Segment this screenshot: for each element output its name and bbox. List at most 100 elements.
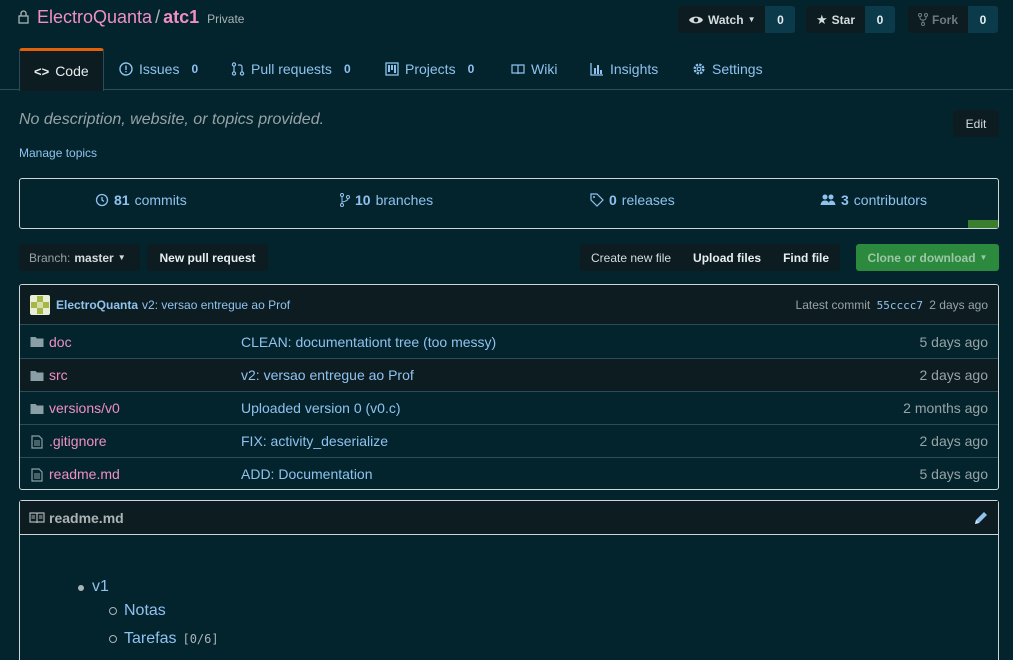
fork-label: Fork xyxy=(932,12,959,27)
readme-item-tarefas: Tarefas [0/6] xyxy=(124,630,219,648)
upload-files-button[interactable]: Upload files xyxy=(682,244,772,271)
star-count[interactable]: 0 xyxy=(865,6,895,33)
branches-count: 10 xyxy=(355,192,371,208)
star-label: Star xyxy=(831,12,855,27)
find-file-button[interactable]: Find file xyxy=(772,244,840,271)
eye-icon xyxy=(689,16,703,23)
tab-issues[interactable]: Issues 0 xyxy=(119,48,198,90)
commits-count: 81 xyxy=(114,192,130,208)
star-icon: ★ xyxy=(816,11,828,27)
table-row: src v2: versao entregue ao Prof 2 days a… xyxy=(20,358,998,391)
file-name-link[interactable]: doc xyxy=(49,334,72,350)
tab-insights-label: Insights xyxy=(610,61,659,77)
create-new-file-button[interactable]: Create new file xyxy=(580,244,682,271)
commit-message-link[interactable]: v2: versao entregue ao Prof xyxy=(142,298,290,312)
file-icon xyxy=(31,435,43,449)
file-commit-message-link[interactable]: v2: versao entregue ao Prof xyxy=(241,367,414,383)
star-button[interactable]: ★ Star xyxy=(806,6,865,33)
latest-commit-prefix: Latest commit xyxy=(795,297,871,312)
repo-description: No description, website, or topics provi… xyxy=(19,111,325,128)
new-pull-request-button[interactable]: New pull request xyxy=(147,244,268,271)
tab-settings[interactable]: Settings xyxy=(692,48,763,90)
commits-link[interactable]: 81 commits xyxy=(95,192,187,208)
readme-link-notas[interactable]: Notas xyxy=(124,602,166,620)
folder-icon xyxy=(30,371,44,381)
tab-settings-label: Settings xyxy=(712,61,763,77)
star-button-group: ★ Star 0 xyxy=(806,6,895,33)
tab-projects-count: 0 xyxy=(467,62,475,76)
fork-count[interactable]: 0 xyxy=(968,6,999,33)
file-commit-message-link[interactable]: CLEAN: documentationt tree (too messy) xyxy=(241,334,496,350)
readme-header: readme.md xyxy=(20,501,998,535)
tab-code[interactable]: <> Code xyxy=(19,48,104,91)
git-branch-icon xyxy=(340,193,350,207)
manage-topics-link[interactable]: Manage topics xyxy=(19,146,97,160)
pencil-icon[interactable] xyxy=(973,510,989,526)
watch-label: Watch xyxy=(708,12,744,27)
commit-sha-link[interactable]: 55cccc7 xyxy=(877,299,923,312)
repo-owner-link[interactable]: ElectroQuanta xyxy=(37,7,152,27)
branches-link[interactable]: 10 branches xyxy=(340,192,433,208)
lock-icon xyxy=(18,10,29,24)
issue-opened-icon xyxy=(119,62,133,76)
fork-button[interactable]: Fork xyxy=(908,6,969,33)
repo-name-link[interactable]: atc1 xyxy=(163,7,199,27)
file-name-link[interactable]: readme.md xyxy=(49,466,120,482)
file-age: 2 days ago xyxy=(919,433,989,449)
branches-label: branches xyxy=(375,192,434,208)
contributors-label: contributors xyxy=(853,192,927,208)
branch-name: master xyxy=(74,250,114,265)
releases-count: 0 xyxy=(609,192,617,208)
file-name-link[interactable]: versions/v0 xyxy=(49,400,120,416)
file-age: 2 days ago xyxy=(919,367,989,383)
file-name-link[interactable]: src xyxy=(49,367,68,383)
readme-link-v1[interactable]: v1 xyxy=(92,578,109,596)
file-name-link[interactable]: .gitignore xyxy=(49,433,107,449)
file-commit-message-link[interactable]: ADD: Documentation xyxy=(241,466,373,482)
contributors-link[interactable]: 3 contributors xyxy=(820,192,927,208)
folder-icon xyxy=(30,337,44,347)
clone-label: Clone or download xyxy=(867,250,976,265)
latest-commit-age: 2 days ago xyxy=(929,297,988,312)
clone-download-button[interactable]: Clone or download ▼ xyxy=(856,244,999,271)
book-icon xyxy=(29,511,45,523)
file-commit-message-link[interactable]: Uploaded version 0 (v0.c) xyxy=(241,400,401,416)
tab-pull-requests[interactable]: Pull requests 0 xyxy=(231,48,351,90)
file-age: 2 months ago xyxy=(903,400,988,416)
readme-title: readme.md xyxy=(49,509,124,526)
people-icon xyxy=(820,194,836,205)
tab-wiki[interactable]: Wiki xyxy=(511,48,557,90)
readme-link-tarefas[interactable]: Tarefas xyxy=(124,630,176,647)
project-icon xyxy=(385,62,399,76)
commit-author-link[interactable]: ElectroQuanta xyxy=(56,298,138,312)
branch-prefix: Branch: xyxy=(29,250,71,265)
folder-icon xyxy=(30,404,44,414)
latest-commit-bar: ElectroQuanta v2: versao entregue ao Pro… xyxy=(20,285,998,325)
watch-count[interactable]: 0 xyxy=(765,6,796,33)
graph-icon xyxy=(590,63,603,76)
file-commit-message-link[interactable]: FIX: activity_deserialize xyxy=(241,433,388,449)
repo-summary: 81 commits 10 branches 0 releases 3 cont… xyxy=(19,178,999,229)
tab-wiki-label: Wiki xyxy=(531,61,558,77)
tab-insights[interactable]: Insights xyxy=(590,48,658,90)
tab-issues-count: 0 xyxy=(191,62,199,76)
releases-link[interactable]: 0 releases xyxy=(590,192,675,208)
git-pull-request-icon xyxy=(231,62,245,76)
edit-description-button[interactable]: Edit xyxy=(953,110,999,137)
fork-button-group: Fork 0 xyxy=(908,6,999,33)
latest-commit-info: Latest commit 55cccc7 2 days ago xyxy=(796,298,988,312)
watch-button[interactable]: Watch ▼ xyxy=(678,6,766,33)
language-bar[interactable] xyxy=(968,220,998,228)
file-actions-group: Create new file Upload files Find file xyxy=(580,244,841,271)
tab-projects[interactable]: Projects 0 xyxy=(385,48,474,90)
table-row: readme.md ADD: Documentation 5 days ago xyxy=(20,457,998,489)
file-age: 5 days ago xyxy=(919,333,989,350)
code-icon: <> xyxy=(34,63,50,79)
tab-issues-label: Issues xyxy=(139,61,180,77)
branch-select-button[interactable]: Branch: master ▼ xyxy=(19,244,140,271)
list-bullet xyxy=(109,607,117,615)
repo-nav-tabs: <> Code Issues 0 Pull requests 0 Project… xyxy=(0,48,1013,91)
history-icon xyxy=(95,193,109,207)
avatar[interactable] xyxy=(30,294,50,315)
file-icon xyxy=(31,468,43,482)
